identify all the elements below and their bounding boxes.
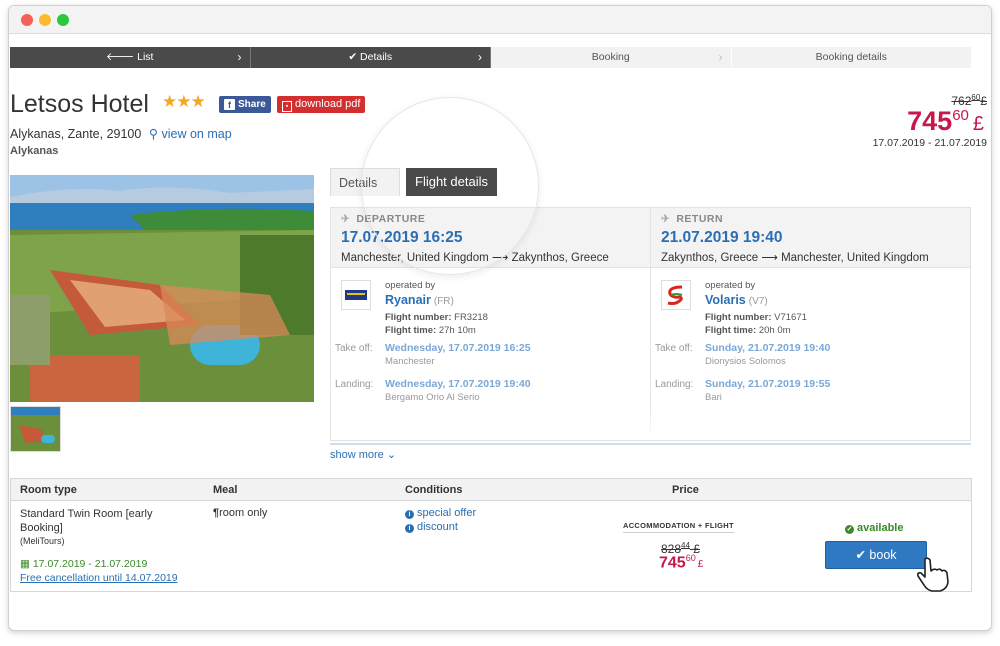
plane-icon: ✈ <box>341 213 351 225</box>
availability-status: ✓ available <box>845 522 904 534</box>
departure-flight-number: Flight number: FR3218 <box>385 312 488 323</box>
panel-divider <box>330 443 971 445</box>
window-titlebar <box>9 6 991 34</box>
departure-route: Manchester, United Kingdom ⟶ Zakynthos, … <box>341 252 609 264</box>
hotel-photo[interactable] <box>10 175 314 402</box>
price-type-label: ACCOMMODATION + FLIGHT <box>623 521 734 533</box>
free-cancellation-link[interactable]: Free cancellation until 14.07.2019 <box>20 572 178 584</box>
maximize-window-icon[interactable] <box>57 14 69 26</box>
chevron-right-icon: › <box>478 50 482 64</box>
room-dates: ▦ 17.07.2019 - 21.07.2019 <box>20 558 148 570</box>
chevron-right-icon: › <box>237 50 242 64</box>
return-carrier: operated by Volaris (V7) Flight number: V… <box>651 268 970 336</box>
chevron-right-icon: › <box>718 50 723 64</box>
step-details[interactable]: ✔ Details › <box>250 47 491 68</box>
show-more-link[interactable]: show more ⌄ <box>330 448 396 461</box>
facebook-share-button[interactable]: f Share <box>219 96 271 113</box>
facebook-icon: f <box>224 99 235 110</box>
header-price: Price <box>672 484 699 496</box>
ryanair-logo <box>341 280 371 310</box>
return-route: Zakynthos, Greece ⟶ Manchester, United K… <box>661 252 929 264</box>
hotel-stars: ★★★ <box>162 92 206 111</box>
departure-takeoff: Take off: Wednesday, 17.07.2019 16:25 Ma… <box>335 342 531 367</box>
photo-thumbnail[interactable] <box>10 406 61 452</box>
hotel-name: Letsos Hotel <box>10 90 149 118</box>
room-price: 74560£ <box>659 553 704 572</box>
condition-discount[interactable]: i discount <box>405 521 458 533</box>
departure-header: ✈ DEPARTURE 17.07.2019 16:25 Manchester, … <box>331 208 650 268</box>
meal-type: ¶room only <box>213 507 268 519</box>
info-icon: i <box>405 510 414 519</box>
route-arrow-icon: ⟶ <box>491 252 509 264</box>
departure-airline[interactable]: Ryanair (FR) <box>385 293 454 307</box>
hand-pointer-icon <box>913 555 957 593</box>
total-price: 74560 £ <box>907 106 984 136</box>
detail-tabs: Details Flight details <box>330 168 497 196</box>
check-icon: ✔ <box>348 51 361 63</box>
chevron-down-icon: ⌄ <box>386 449 397 461</box>
departure-carrier: operated by Ryanair (FR) Flight number: F… <box>331 268 650 336</box>
return-takeoff: Take off: Sunday, 21.07.2019 19:40 Diony… <box>655 342 831 367</box>
header-room-type: Room type <box>20 484 77 496</box>
step-booking[interactable]: Booking › <box>491 47 732 68</box>
panel-fade <box>331 404 970 440</box>
rooms-table: Room type Meal Conditions Price Standard… <box>10 478 972 592</box>
table-row: Standard Twin Room [early Booking] (Meli… <box>11 501 971 591</box>
rooms-table-header: Room type Meal Conditions Price <box>11 479 971 501</box>
calendar-icon: ▦ <box>20 558 30 570</box>
view-on-map-link[interactable]: ⚲ view on map <box>149 127 232 141</box>
close-window-icon[interactable] <box>21 14 33 26</box>
return-airline[interactable]: Volaris (V7) <box>705 293 768 307</box>
header-meal: Meal <box>213 484 238 496</box>
flight-details-panel: ✈ DEPARTURE 17.07.2019 16:25 Manchester, … <box>330 207 971 441</box>
route-arrow-icon: ⟶ <box>761 252 778 264</box>
stay-dates: 17.07.2019 - 21.07.2019 <box>872 137 987 149</box>
download-pdf-button[interactable]: ▪ download pdf <box>277 96 366 113</box>
return-flight-number: Flight number: V71671 <box>705 312 807 323</box>
check-circle-icon: ✓ <box>845 525 854 534</box>
room-name: Standard Twin Room [early Booking] <box>20 508 153 534</box>
hotel-region: Alykanas <box>10 145 59 157</box>
departure-datetime: 17.07.2019 16:25 <box>341 229 463 246</box>
hotel-address: Alykanas, Zante, 29100 ⚲ view on map <box>10 127 232 141</box>
check-icon: ✔ <box>855 548 866 562</box>
return-header: ✈ RETURN 21.07.2019 19:40 Zakynthos, Gree… <box>651 208 970 268</box>
departure-flight-time: Flight time: 27h 10m <box>385 325 476 336</box>
volaris-logo <box>661 280 691 310</box>
arrow-left-icon: 🡐 <box>106 51 138 63</box>
tab-details[interactable]: Details <box>330 168 400 196</box>
header-conditions: Conditions <box>405 484 463 496</box>
plane-icon: ✈ <box>661 213 671 225</box>
tab-flight-details[interactable]: Flight details <box>406 168 497 196</box>
info-icon: i <box>405 524 414 533</box>
map-marker-icon: ⚲ <box>148 127 158 141</box>
room-operator: (MeliTours) <box>20 536 65 546</box>
booking-steps: 🡐 List › ✔ Details › Booking › Booking d… <box>10 47 972 68</box>
book-button[interactable]: ✔ book <box>825 541 927 569</box>
return-datetime: 21.07.2019 19:40 <box>661 229 783 246</box>
condition-special-offer[interactable]: i special offer <box>405 507 476 519</box>
pdf-file-icon: ▪ <box>282 101 292 112</box>
step-booking-details[interactable]: Booking details <box>731 47 972 68</box>
minimize-window-icon[interactable] <box>39 14 51 26</box>
return-flight-time: Flight time: 20h 0m <box>705 325 791 336</box>
step-list[interactable]: 🡐 List › <box>10 47 251 68</box>
